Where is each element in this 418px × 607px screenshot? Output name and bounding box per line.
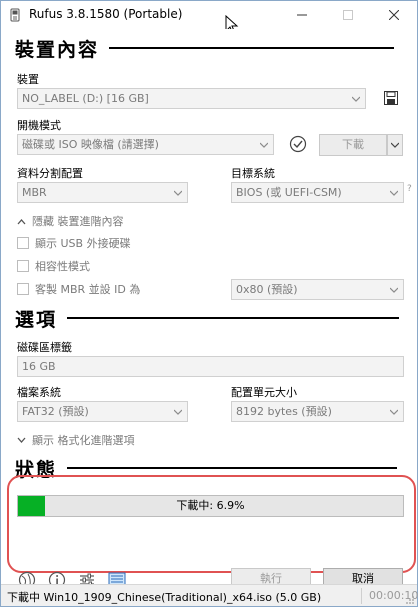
cluster-size-label: 配置單元大小 <box>231 386 297 399</box>
cluster-size-select[interactable]: 8192 bytes (預設) <box>231 401 404 422</box>
status-highlight-annotation <box>7 475 416 573</box>
file-system-label: 檔案系統 <box>17 386 61 399</box>
chevron-down-icon <box>390 190 398 196</box>
compat-mode-checkbox[interactable]: 相容性模式 <box>17 258 90 274</box>
download-button[interactable]: 下載 <box>319 134 387 156</box>
compat-mode-label: 相容性模式 <box>35 260 90 273</box>
section-divider <box>67 317 400 319</box>
title-bar: Rufus 3.8.1580 (Portable) <box>1 1 417 35</box>
target-system-label: 目標系統 <box>231 167 275 180</box>
chevron-down-icon <box>352 96 360 102</box>
close-button[interactable] <box>371 1 417 29</box>
minimize-icon <box>297 14 307 16</box>
volume-label-label: 磁碟區標籤 <box>17 341 72 354</box>
device-label: 裝置 <box>17 73 39 86</box>
chevron-down-icon <box>390 409 398 415</box>
maximize-button[interactable] <box>325 1 371 29</box>
file-system-select[interactable]: FAT32 (預設) <box>17 401 188 422</box>
partition-scheme-value: MBR <box>22 186 47 199</box>
check-icon[interactable] <box>289 135 307 153</box>
volume-label-field[interactable]: 16 GB <box>17 356 404 377</box>
file-system-value: FAT32 (預設) <box>22 405 89 418</box>
checkbox-box <box>17 260 29 272</box>
download-dropdown-button[interactable] <box>387 134 403 156</box>
main-content: 裝置內容 裝置 NO_LABEL (D:) [16 GB] 開機模式 磁碟或 I… <box>1 29 417 590</box>
device-advanced-label: 隱藏 裝置進階內容 <box>32 215 124 228</box>
device-section-header: 裝置內容 <box>15 35 395 61</box>
mbr-id-select[interactable]: 0x80 (預設) <box>231 279 404 300</box>
status-bar-text: 下載中 Win10_1909_Chinese(Traditional)_x64.… <box>7 591 322 604</box>
boot-selection-label: 開機模式 <box>17 119 61 132</box>
checkbox-box <box>17 283 29 295</box>
chevron-down-icon <box>174 409 182 415</box>
device-advanced-toggle[interactable]: 隱藏 裝置進階內容 <box>17 213 124 229</box>
chevron-down-icon <box>390 142 400 148</box>
rufus-window: Rufus 3.8.1580 (Portable) 裝置內容 裝置 NO_LAB… <box>0 0 418 607</box>
minimize-button[interactable] <box>279 1 325 29</box>
options-section-title: 選項 <box>15 308 58 331</box>
window-title: Rufus 3.8.1580 (Portable) <box>29 7 183 21</box>
checkbox-box <box>17 237 29 249</box>
maximize-icon <box>343 10 353 20</box>
chevron-down-icon <box>390 287 398 293</box>
partition-scheme-label: 資料分割配置 <box>17 167 83 180</box>
chevron-down-icon <box>17 437 26 443</box>
status-bar-separator <box>361 588 362 604</box>
resize-grip-icon[interactable] <box>405 595 415 605</box>
target-help-mark[interactable]: ? <box>407 184 412 194</box>
format-advanced-label: 顯示 格式化進階選項 <box>32 434 135 447</box>
section-divider <box>109 47 395 49</box>
mbr-id-value: 0x80 (預設) <box>236 283 298 296</box>
options-section-header: 選項 <box>15 305 400 331</box>
boot-selection-select[interactable]: 磁碟或 ISO 映像檔 (請選擇) <box>17 134 274 155</box>
device-select-value: NO_LABEL (D:) [16 GB] <box>22 92 149 105</box>
save-icon[interactable] <box>383 90 399 106</box>
volume-label-value: 16 GB <box>22 360 56 373</box>
custom-mbr-checkbox[interactable]: 客製 MBR 並設 ID 為 <box>17 281 140 297</box>
target-system-select[interactable]: BIOS (或 UEFI-CSM) <box>231 182 404 203</box>
chevron-up-icon <box>17 218 26 224</box>
target-system-value: BIOS (或 UEFI-CSM) <box>236 186 342 199</box>
device-select[interactable]: NO_LABEL (D:) [16 GB] <box>17 88 366 109</box>
chevron-down-icon <box>174 190 182 196</box>
list-usb-hdd-checkbox[interactable]: 顯示 USB 外接硬碟 <box>17 235 131 251</box>
list-usb-hdd-label: 顯示 USB 外接硬碟 <box>35 237 131 250</box>
custom-mbr-label: 客製 MBR 並設 ID 為 <box>35 283 141 296</box>
chevron-down-icon <box>260 142 268 148</box>
boot-selection-value: 磁碟或 ISO 映像檔 (請選擇) <box>22 138 159 151</box>
section-divider <box>67 467 398 469</box>
format-advanced-toggle[interactable]: 顯示 格式化進階選項 <box>17 432 135 448</box>
download-button-label: 下載 <box>342 138 364 151</box>
status-bar: 下載中 Win10_1909_Chinese(Traditional)_x64.… <box>1 584 418 606</box>
close-icon <box>389 10 399 20</box>
device-section-title: 裝置內容 <box>15 38 100 61</box>
rufus-app-icon <box>10 8 20 22</box>
partition-scheme-select[interactable]: MBR <box>17 182 188 203</box>
cluster-size-value: 8192 bytes (預設) <box>236 405 332 418</box>
